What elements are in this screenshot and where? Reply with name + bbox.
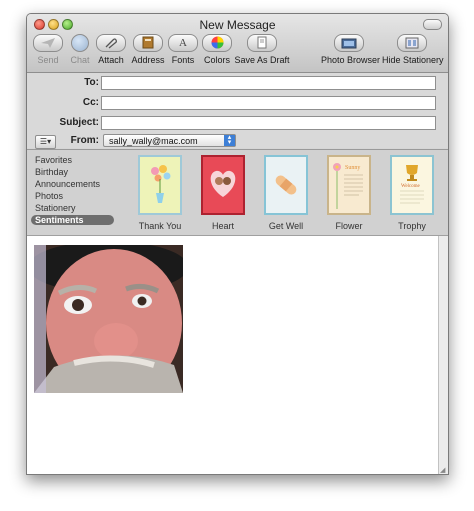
resize-grip-icon[interactable]: ◢ xyxy=(440,467,447,474)
color-wheel-icon xyxy=(202,34,232,52)
from-label: From: xyxy=(70,135,99,146)
to-row: To: xyxy=(27,76,448,92)
cc-label: Cc: xyxy=(82,97,99,108)
trophy-icon: Welcome xyxy=(400,165,424,204)
stationery-pane: Favorites Birthday Announcements Photos … xyxy=(27,149,448,236)
colors-label: Colors xyxy=(203,55,230,65)
chat-button[interactable]: Chat xyxy=(65,34,95,70)
message-body[interactable]: ◢ xyxy=(27,235,448,474)
fonts-label: Fonts xyxy=(171,55,195,65)
template-trophy-label: Trophy xyxy=(398,221,426,231)
template-thank-you[interactable] xyxy=(138,155,182,215)
from-row: ☰▾ From: sally_wally@mac.com ▴ ▾ xyxy=(27,134,448,150)
save-as-draft-label: Save As Draft xyxy=(234,55,290,65)
subject-label: Subject: xyxy=(59,117,99,128)
message-headers: To: Cc: Subject: ☰▾ From: sally_wally@ma… xyxy=(27,73,448,150)
inserted-photo[interactable] xyxy=(34,245,183,393)
subject-field[interactable] xyxy=(101,116,436,130)
photo-browser-button[interactable]: Photo Browser xyxy=(321,34,381,70)
cc-field[interactable] xyxy=(101,96,436,110)
send-button[interactable]: Send xyxy=(33,34,63,70)
send-label: Send xyxy=(37,55,59,65)
to-label: To: xyxy=(84,77,99,88)
new-message-window: New Message Send Chat Attach Address A F… xyxy=(26,13,449,475)
from-value: sally_wally@mac.com xyxy=(109,136,198,146)
category-announcements[interactable]: Announcements xyxy=(35,179,100,189)
to-field[interactable] xyxy=(101,76,436,90)
chat-icon xyxy=(71,34,89,52)
paperclip-icon xyxy=(96,34,126,52)
address-label: Address xyxy=(131,55,165,65)
body-scrollbar[interactable]: ◢ xyxy=(438,236,448,474)
template-flower[interactable]: Sunny xyxy=(327,155,371,215)
bandage-icon xyxy=(275,175,297,195)
photo-browser-label: Photo Browser xyxy=(321,55,381,65)
template-flower-label: Flower xyxy=(335,221,363,231)
from-select[interactable]: sally_wally@mac.com ▴ ▾ xyxy=(103,134,236,147)
category-favorites[interactable]: Favorites xyxy=(35,155,72,165)
attach-label: Attach xyxy=(98,55,124,65)
category-stationery[interactable]: Stationery xyxy=(35,203,76,213)
colors-button[interactable]: Colors xyxy=(201,34,233,70)
attach-button[interactable]: Attach xyxy=(95,34,127,70)
heart-photo-icon xyxy=(210,170,236,197)
photo-browser-icon xyxy=(334,34,364,52)
stationery-icon xyxy=(397,34,427,52)
cc-row: Cc: xyxy=(27,96,448,112)
send-icon xyxy=(33,34,63,52)
template-thank-you-label: Thank You xyxy=(138,221,182,231)
template-trophy[interactable]: Welcome xyxy=(390,155,434,215)
flower-letter-icon: Sunny xyxy=(333,163,363,209)
category-sentiments[interactable]: Sentiments xyxy=(31,215,114,225)
hide-stationery-label: Hide Stationery xyxy=(382,55,444,65)
category-photos[interactable]: Photos xyxy=(35,191,63,201)
chat-label: Chat xyxy=(70,55,90,65)
template-heart-label: Heart xyxy=(211,221,234,231)
template-heart[interactable] xyxy=(201,155,245,215)
svg-text:Sunny: Sunny xyxy=(345,165,360,171)
subject-row: Subject: xyxy=(27,116,448,132)
toolbar-toggle-button[interactable] xyxy=(423,19,442,30)
fonts-icon: A xyxy=(168,34,198,52)
address-button[interactable]: Address xyxy=(130,34,166,70)
chevron-updown-icon: ▴ ▾ xyxy=(224,134,235,146)
window-title: New Message xyxy=(199,18,276,32)
fonts-button[interactable]: A Fonts xyxy=(168,34,198,70)
flower-bouquet-icon xyxy=(151,165,171,203)
header-options-button[interactable]: ☰▾ xyxy=(35,135,56,149)
hide-stationery-button[interactable]: Hide Stationery xyxy=(382,34,444,70)
title-toolbar: New Message Send Chat Attach Address A F… xyxy=(27,14,448,73)
template-get-well[interactable] xyxy=(264,155,308,215)
category-birthday[interactable]: Birthday xyxy=(35,167,68,177)
template-get-well-label: Get Well xyxy=(268,221,304,231)
save-as-draft-button[interactable]: Save As Draft xyxy=(234,34,290,70)
draft-icon xyxy=(247,34,277,52)
address-book-icon xyxy=(133,34,163,52)
svg-text:Welcome: Welcome xyxy=(401,184,421,189)
